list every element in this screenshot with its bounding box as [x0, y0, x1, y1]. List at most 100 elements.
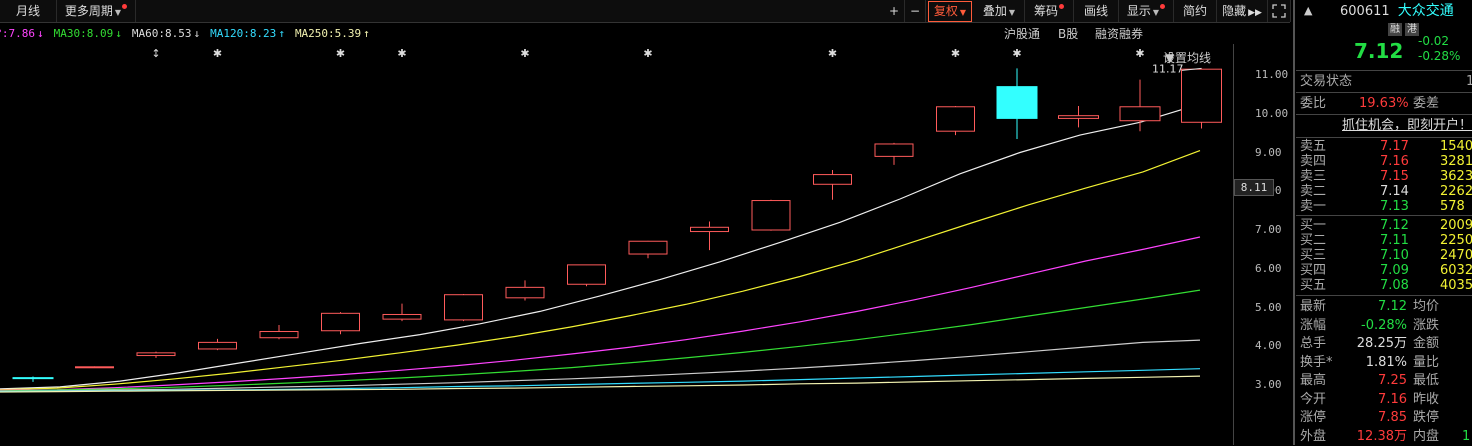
simple-mode-button[interactable]: 简约 — [1174, 0, 1217, 22]
candle[interactable] — [874, 142, 914, 165]
period-monthly-button[interactable]: 月线 — [0, 0, 57, 22]
stat-value: 28.25万 — [1356, 336, 1407, 351]
stat-value: 1 — [1462, 428, 1471, 444]
margin-badge: 融 — [1388, 23, 1402, 36]
stat-label: 最高 — [1300, 373, 1327, 388]
candle[interactable] — [1119, 79, 1161, 132]
candle-body — [136, 352, 176, 357]
overlay-dropdown[interactable]: 叠加 ▼ — [974, 0, 1025, 22]
stat-label: 金额 — [1413, 336, 1440, 351]
fast-forward-icon: ▶▶ — [1248, 8, 1262, 18]
event-marker-icon[interactable]: ✱ — [1135, 47, 1144, 60]
event-marker-icon[interactable]: ✱ — [951, 47, 960, 60]
restore-rights-dropdown[interactable]: 复权 ▼ — [928, 1, 972, 22]
candle[interactable] — [12, 376, 54, 382]
display-dropdown[interactable]: 显示 ▼ — [1119, 0, 1174, 22]
order-ratio-value: 19.63% — [1359, 96, 1409, 111]
candle[interactable] — [567, 264, 606, 287]
candle[interactable] — [1058, 106, 1099, 128]
event-marker-icon[interactable]: ✱ — [1012, 47, 1021, 60]
ma-legend-item: MA120:8.23 ↑ — [210, 27, 293, 40]
simple-mode-label: 简约 — [1182, 4, 1207, 18]
display-label: 显示 — [1126, 4, 1151, 18]
ma-legend-value: MA120:8.23 — [210, 27, 277, 40]
hgt-link[interactable]: 沪股通 — [1004, 24, 1040, 44]
fullscreen-button[interactable] — [1268, 0, 1291, 22]
hide-panel-button[interactable]: 隐藏 ▶▶ — [1217, 0, 1268, 22]
candle-body — [444, 294, 483, 321]
event-marker-icon[interactable]: ✱ — [520, 47, 529, 60]
stat-label: 总手 — [1300, 336, 1327, 351]
expand-icon — [1272, 4, 1286, 18]
candle[interactable] — [505, 280, 545, 301]
divider — [1296, 70, 1472, 71]
candle[interactable] — [628, 240, 668, 259]
candle[interactable] — [136, 351, 176, 358]
chevron-down-icon: ▼ — [959, 8, 967, 17]
event-marker-icon[interactable]: ✱ — [397, 47, 406, 60]
candle-body — [874, 143, 914, 157]
candle-body — [690, 226, 729, 233]
more-periods-dropdown[interactable]: 更多周期 ▼ — [57, 0, 136, 22]
stat-value: -0.28% — [1361, 317, 1407, 333]
zoom-out-button[interactable]: − — [905, 0, 926, 22]
candlestick-chart[interactable]: ↕ ✱ ✱ ✱ ✱ ✱ ✱ ✱ ✱ ✱ 11.17 — [0, 44, 1233, 445]
stat-label: 今开 — [1300, 391, 1327, 407]
event-marker-icon[interactable]: ✱ — [336, 47, 345, 60]
candle[interactable] — [1181, 68, 1222, 129]
price-change-pct: -0.28% — [1418, 49, 1461, 63]
price-tick-label: 9.00 — [1255, 145, 1282, 159]
event-marker-icon[interactable]: ✱ — [213, 47, 222, 60]
zoom-out-label: − — [909, 4, 921, 18]
chevron-down-icon: ▼ — [114, 8, 122, 17]
price-tick-label: 11.00 — [1255, 68, 1289, 81]
event-marker-icon[interactable]: ✱ — [643, 47, 652, 60]
divider — [1296, 295, 1472, 296]
stat-label: 跌停 — [1413, 410, 1440, 425]
margin-trading-link[interactable]: 融资融券 — [1095, 24, 1143, 44]
stat-value: 7.12 — [1378, 299, 1407, 314]
order-volume: 4035 — [1440, 278, 1472, 293]
candle[interactable] — [444, 293, 483, 322]
ma-legend: MA?:7.86↓MA30:8.09↓MA60:8.53↓MA120:8.23↑… — [0, 24, 982, 44]
stat-label: 外盘 — [1300, 428, 1327, 444]
open-account-promo-link[interactable]: 抓住机会，即刻开户！ — [1342, 117, 1472, 135]
candle[interactable] — [936, 106, 975, 136]
candle[interactable] — [382, 303, 422, 322]
event-marker-icon[interactable]: ↕ — [151, 47, 160, 60]
divider — [1296, 215, 1472, 216]
candle[interactable] — [751, 199, 791, 231]
chips-button[interactable]: 筹码 — [1025, 0, 1074, 22]
price-tick-label: 6.00 — [1255, 261, 1282, 275]
candle[interactable] — [690, 221, 729, 251]
b-share-link[interactable]: B股 — [1058, 24, 1078, 44]
zoom-in-button[interactable]: + — [884, 0, 905, 22]
candle[interactable] — [198, 338, 237, 351]
order-level-label: 卖一 — [1300, 199, 1327, 214]
candle-body — [1181, 68, 1222, 123]
candle[interactable] — [259, 324, 299, 340]
draw-line-label: 画线 — [1083, 4, 1108, 18]
candle-body — [1119, 106, 1161, 122]
stat-value: 12.38万 — [1356, 428, 1407, 444]
candle[interactable] — [996, 68, 1038, 139]
order-ratio-label: 委比 — [1300, 96, 1327, 111]
stock-header: 600611 大众交通 — [1340, 2, 1454, 20]
ma-legend-item: MA?:7.86↓ — [0, 27, 52, 40]
stock-name[interactable]: 大众交通 — [1398, 3, 1454, 19]
current-price-marker: 8.11 — [1234, 178, 1274, 196]
candle[interactable] — [75, 366, 114, 369]
ma-legend-item: MA250:5.39 ↑ — [295, 27, 378, 40]
scroll-up-icon[interactable]: ▲ — [1304, 2, 1312, 20]
more-periods-label: 更多周期 — [64, 4, 113, 18]
candle[interactable] — [321, 312, 360, 335]
stat-label: 涨幅 — [1300, 317, 1327, 333]
stat-value: 7.25 — [1378, 373, 1407, 388]
candle[interactable] — [813, 169, 852, 200]
event-marker-icon[interactable]: ✱ — [828, 47, 837, 60]
order-level-label: 买五 — [1300, 278, 1327, 293]
chevron-down-icon: ▼ — [1008, 8, 1016, 17]
overlay-label: 叠加 — [982, 4, 1007, 18]
draw-line-button[interactable]: 画线 — [1074, 0, 1119, 22]
price-tick-label: 4.00 — [1255, 339, 1282, 353]
